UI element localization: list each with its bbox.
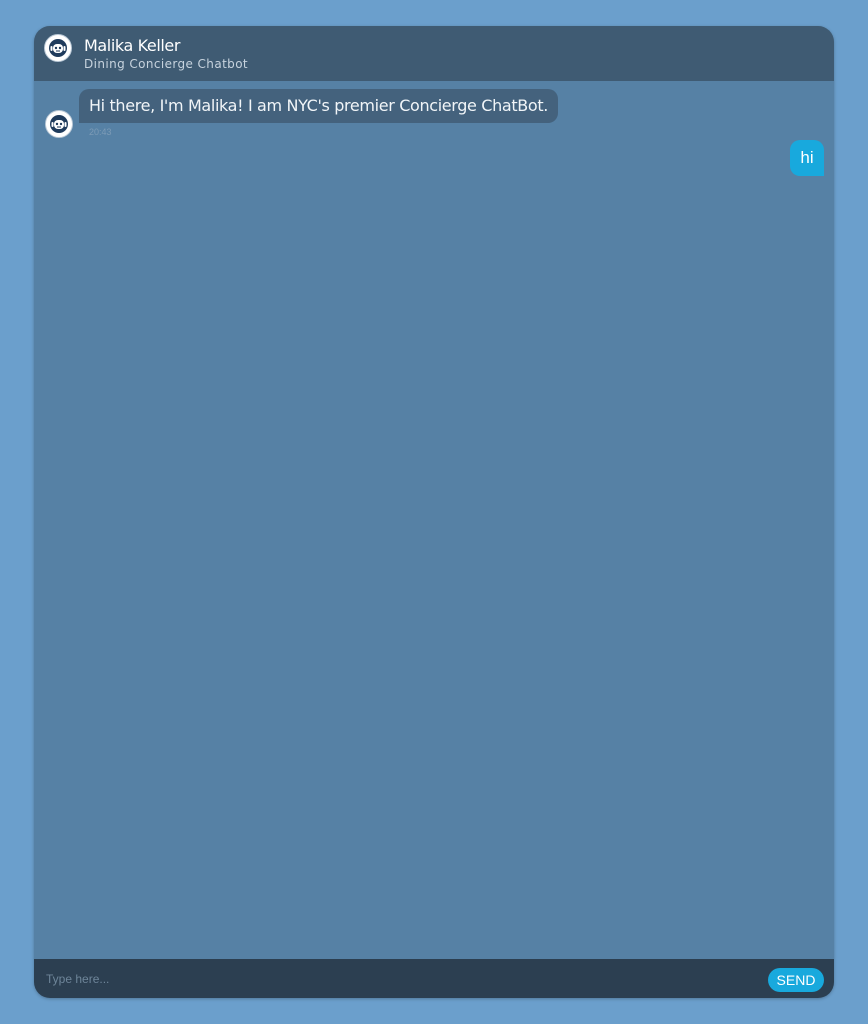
robot-face-icon: [45, 110, 73, 138]
chat-window: Malika Keller Dining Concierge Chatbot H…: [34, 26, 834, 998]
bot-message-bubble: Hi there, I'm Malika! I am NYC's premier…: [79, 89, 558, 123]
user-message-bubble: hi: [790, 140, 824, 176]
message-composer: SEND: [34, 959, 834, 998]
send-button[interactable]: SEND: [768, 968, 824, 992]
message-timestamp: 20:43: [89, 127, 112, 137]
chat-header: Malika Keller Dining Concierge Chatbot: [34, 26, 834, 81]
chatbot-subtitle: Dining Concierge Chatbot: [84, 57, 249, 71]
message-input[interactable]: [34, 959, 754, 998]
chatbot-name: Malika Keller: [84, 36, 181, 55]
robot-face-icon: [44, 34, 72, 62]
message-list[interactable]: Hi there, I'm Malika! I am NYC's premier…: [34, 81, 834, 959]
